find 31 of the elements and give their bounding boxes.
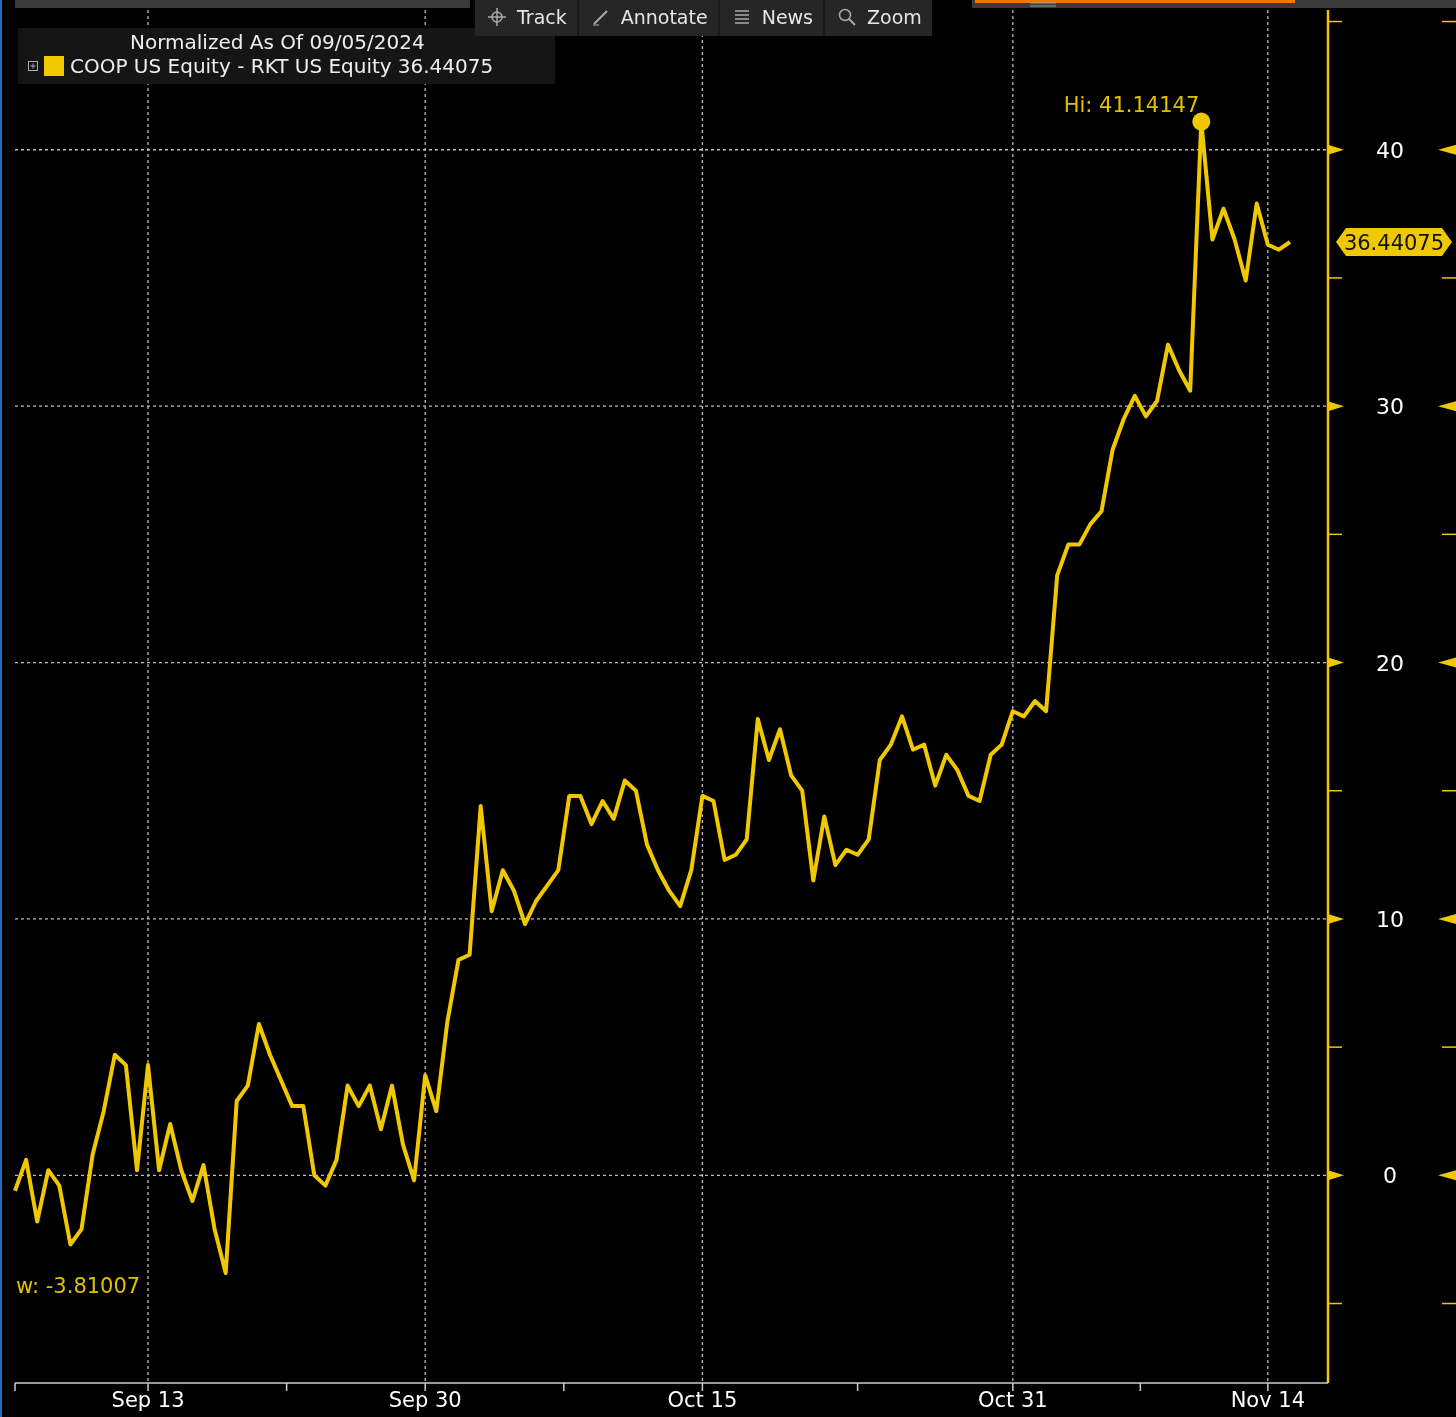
y-axis-label: 10 (1376, 906, 1404, 932)
y-axis-label: 0 (1383, 1163, 1397, 1189)
last-value-tag: 36.44075 (1336, 228, 1452, 257)
low-label: w: -3.81007 (16, 1274, 141, 1299)
pencil-icon (590, 7, 611, 27)
x-axis-label: Sep 30 (388, 1388, 462, 1412)
x-axis-label: Sep 13 (111, 1388, 185, 1412)
toolbar-button[interactable]: Zoom (825, 0, 932, 36)
y-axis-label: 30 (1376, 394, 1404, 420)
toolbar-button[interactable]: Annotate (578, 0, 718, 36)
x-axis-label: Oct 15 (667, 1388, 738, 1412)
high-label: Hi: 41.14147 (1063, 92, 1200, 117)
y-axis-label: 20 (1376, 650, 1404, 676)
drag-handle-icon[interactable] (1030, 2, 1056, 8)
toolbar-button[interactable]: News (719, 0, 823, 36)
series-label: COOP US Equity - RKT US Equity (70, 54, 392, 78)
tick-marker-icon (1438, 401, 1456, 412)
tick-marker-icon (1438, 913, 1456, 924)
x-axis-label: Oct 31 (977, 1388, 1048, 1412)
toolbar-button[interactable]: Track (475, 0, 577, 36)
x-axis-label: Nov 14 (1230, 1388, 1305, 1412)
crosshair-icon (487, 7, 507, 27)
y-axis-label: 40 (1376, 137, 1404, 163)
search-icon (837, 7, 857, 27)
legend-title: Normalized As Of 09/05/2024 (130, 30, 425, 54)
tick-marker-icon (1438, 657, 1456, 668)
tick-marker-icon (1438, 1170, 1456, 1181)
high-marker (1192, 112, 1211, 131)
tick-marker-icon (1438, 144, 1456, 155)
series-value: 36.44075 (397, 54, 494, 78)
expand-icon[interactable] (28, 61, 38, 71)
